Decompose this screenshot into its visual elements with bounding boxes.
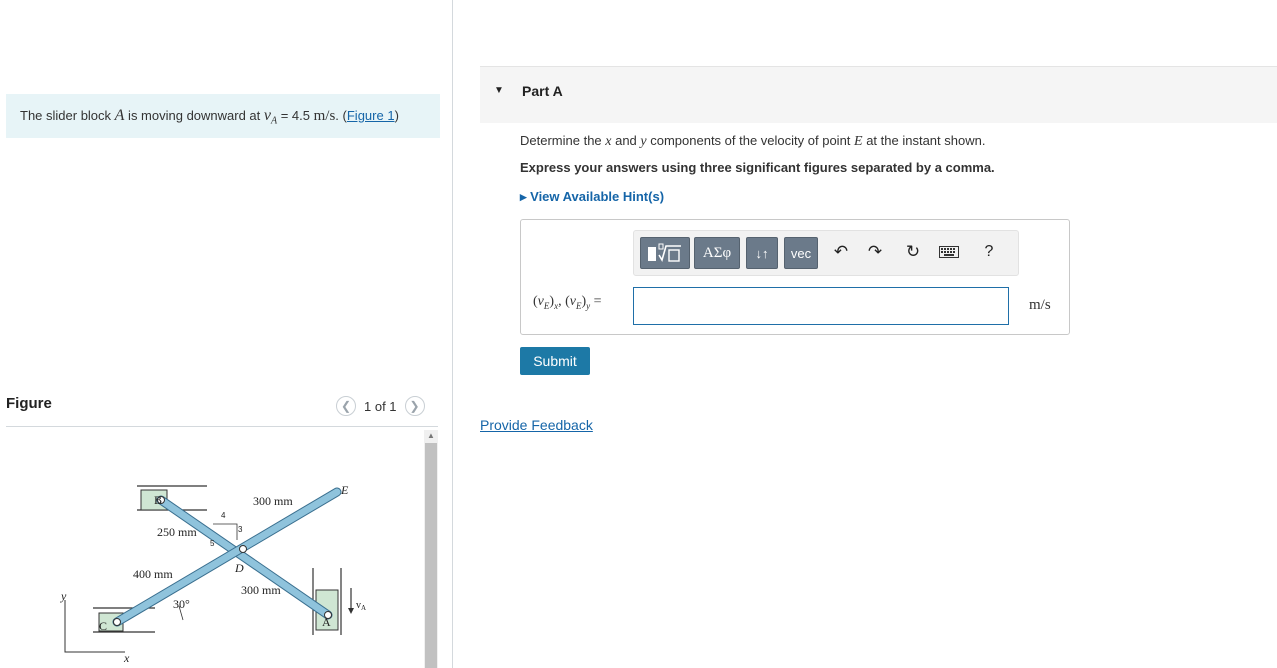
math-toolbar: ΑΣφ ↓↑ vec ↶ ↷ ↻ ? bbox=[633, 230, 1019, 276]
panel-divider bbox=[452, 0, 453, 668]
slope-3: 3 bbox=[238, 525, 243, 534]
slope-5: 5 bbox=[210, 539, 215, 548]
answer-label: (vE)x, (vE)y = bbox=[533, 294, 602, 311]
figure-link[interactable]: Figure 1 bbox=[347, 108, 395, 123]
problem-text: The slider block A is moving downward at… bbox=[20, 107, 399, 127]
velocity-arrowhead bbox=[348, 608, 354, 614]
var-block-a: A bbox=[114, 107, 125, 124]
velocity-label: vA bbox=[356, 600, 366, 612]
question-part: components of the velocity of point bbox=[646, 133, 855, 148]
dim-250: 250 mm bbox=[157, 525, 197, 539]
figure-scrollbar-thumb[interactable] bbox=[425, 443, 437, 668]
caret-down-icon[interactable]: ▼ bbox=[494, 85, 504, 96]
undo-icon[interactable]: ↶ bbox=[830, 241, 852, 263]
answer-instructions: Express your answers using three signifi… bbox=[520, 160, 995, 175]
velocity-subscript: A bbox=[361, 604, 366, 612]
vector-button[interactable]: vec bbox=[784, 237, 818, 269]
part-a-header[interactable]: ▼ Part A bbox=[480, 66, 1277, 123]
dim-300-bottom: 300 mm bbox=[241, 583, 281, 597]
answer-input[interactable] bbox=[633, 287, 1009, 325]
subscript-superscript-button[interactable]: ↓↑ bbox=[746, 237, 778, 269]
figure-heading: Figure bbox=[6, 395, 52, 412]
provide-feedback-link[interactable]: Provide Feedback bbox=[480, 417, 593, 433]
redo-icon[interactable]: ↷ bbox=[864, 241, 886, 263]
problem-statement: The slider block A is moving downward at… bbox=[6, 94, 440, 138]
label-e: E bbox=[340, 483, 349, 497]
answer-area: ΑΣφ ↓↑ vec ↶ ↷ ↻ ? (vE)x, (vE)y = m/s bbox=[520, 219, 1070, 335]
templates-icon[interactable] bbox=[640, 237, 690, 269]
chevron-right-icon[interactable]: ❯ bbox=[404, 396, 425, 416]
figure-divider bbox=[6, 426, 438, 427]
question-part: and bbox=[611, 133, 641, 148]
problem-text-part: . ( bbox=[335, 108, 347, 123]
problem-unit: m/s bbox=[313, 108, 336, 124]
keyboard-icon[interactable] bbox=[938, 241, 960, 263]
question-part: Determine the bbox=[520, 133, 606, 148]
chevron-left-icon[interactable]: ❮ bbox=[336, 396, 356, 416]
var-velocity: v bbox=[263, 107, 271, 124]
axis-y-label: y bbox=[60, 589, 67, 603]
axis-x-label: x bbox=[123, 651, 130, 665]
problem-text-part: The slider block bbox=[20, 108, 115, 123]
view-hints-link[interactable]: ▸ View Available Hint(s) bbox=[520, 189, 664, 205]
label-b: B bbox=[154, 493, 162, 507]
greek-symbols-button[interactable]: ΑΣφ bbox=[694, 237, 740, 269]
figure-navigation: ❮ 1 of 1 ❯ bbox=[336, 396, 425, 416]
var-e: E bbox=[854, 134, 863, 149]
pin-d bbox=[239, 545, 247, 553]
problem-value: = 4.5 bbox=[277, 108, 314, 123]
mechanism-figure: B C D E A 250 mm 400 mm 300 mm 300 mm 30… bbox=[60, 483, 366, 665]
submit-button[interactable]: Submit bbox=[520, 347, 590, 375]
label-c: C bbox=[99, 619, 107, 633]
question-text: Determine the x and y components of the … bbox=[520, 133, 985, 150]
problem-text-part: is moving downward at bbox=[124, 108, 264, 123]
help-button[interactable]: ? bbox=[978, 241, 1000, 263]
dim-400: 400 mm bbox=[133, 567, 173, 581]
part-title: Part A bbox=[522, 83, 563, 99]
problem-text-part: ) bbox=[394, 108, 399, 123]
answer-unit: m/s bbox=[1029, 297, 1051, 313]
dim-300-top: 300 mm bbox=[253, 494, 293, 508]
scroll-up-icon[interactable]: ▲ bbox=[427, 431, 435, 440]
pin-c bbox=[113, 618, 121, 626]
reset-icon[interactable]: ↻ bbox=[902, 241, 924, 263]
angle-label: 30° bbox=[173, 597, 190, 611]
label-d: D bbox=[234, 561, 244, 575]
figure-counter: 1 of 1 bbox=[364, 398, 397, 414]
label-a: A bbox=[322, 615, 331, 629]
question-part: at the instant shown. bbox=[862, 133, 986, 148]
slope-4: 4 bbox=[221, 511, 226, 520]
